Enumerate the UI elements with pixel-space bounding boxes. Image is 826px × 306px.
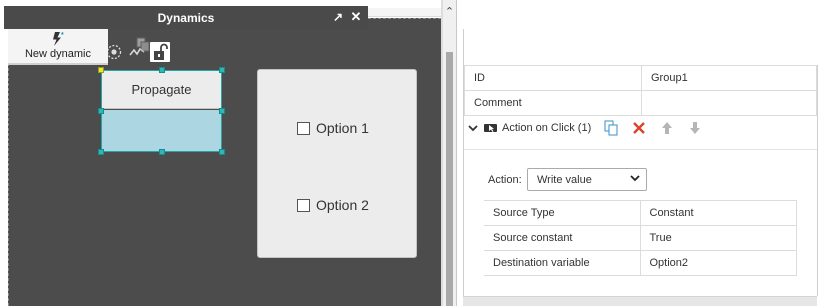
parameter-value[interactable]: Constant — [640, 200, 797, 226]
dynamics-toolbar: * New dynamic — [8, 29, 366, 65]
action-select-value: Write value — [537, 173, 592, 186]
table-row: Source constant True — [484, 225, 797, 251]
action-label: Action: — [488, 174, 522, 186]
properties-table: ID Group1 Comment — [464, 65, 817, 116]
vertical-scrollbar[interactable]: ⌃ — [443, 0, 456, 306]
property-value[interactable]: Group1 — [641, 65, 817, 91]
property-key: ID — [464, 65, 642, 91]
action-select[interactable]: Write value — [527, 168, 647, 191]
propagate-button[interactable]: Propagate — [102, 71, 221, 109]
resize-handle-bottom[interactable] — [159, 149, 165, 155]
action-title[interactable]: Action on Click (1) — [502, 119, 591, 137]
chevron-down-icon[interactable] — [467, 119, 479, 137]
parameter-value[interactable]: Option2 — [640, 250, 797, 276]
resize-handle-top-right[interactable] — [219, 67, 225, 73]
propagate-label: Propagate — [131, 82, 192, 97]
panel-title: Dynamics — [157, 10, 215, 25]
duplicate-icon[interactable] — [602, 119, 620, 137]
table-row: Source Type Constant — [484, 200, 797, 226]
parameter-key: Source constant — [484, 225, 641, 251]
svg-text:*: * — [61, 32, 64, 39]
new-dynamic-button[interactable]: * New dynamic — [8, 29, 108, 65]
propagate-widget[interactable]: Propagate — [101, 70, 222, 152]
options-panel[interactable]: Option 1 Option 2 — [257, 69, 417, 258]
panel-border-right — [817, 65, 818, 296]
resize-handle-right[interactable] — [219, 108, 225, 114]
parameter-key: Destination variable — [484, 250, 641, 276]
table-row: ID Group1 — [464, 65, 817, 91]
panel-bottom-bar — [463, 296, 817, 306]
delete-icon[interactable] — [631, 119, 647, 137]
close-icon[interactable]: ✕ — [350, 9, 362, 25]
click-action-icon — [483, 119, 499, 137]
copy-icon[interactable] — [135, 36, 151, 52]
resize-handle-left[interactable] — [98, 108, 104, 114]
resize-handle-bottom-left[interactable] — [98, 149, 104, 155]
scrollbar-thumb[interactable] — [446, 52, 453, 306]
panel-header: Dynamics ↗ ✕ — [4, 6, 368, 29]
option-1-label: Option 1 — [316, 120, 369, 136]
resize-handle-bottom-right[interactable] — [219, 149, 225, 155]
new-dynamic-label: New dynamic — [24, 48, 92, 60]
arrow-down-icon[interactable] — [687, 119, 703, 137]
pin-icon[interactable]: ↗ — [332, 10, 344, 24]
property-value[interactable] — [641, 90, 817, 116]
resize-handle-top[interactable] — [159, 67, 165, 73]
parameter-value[interactable]: True — [640, 225, 797, 251]
arrow-up-icon[interactable] — [659, 119, 675, 137]
anchor-point[interactable] — [98, 67, 104, 73]
option-1-checkbox[interactable]: Option 1 — [297, 120, 369, 136]
action-parameters-table: Source Type Constant Source constant Tru… — [484, 200, 797, 276]
option-2-label: Option 2 — [316, 197, 369, 213]
checkbox-icon[interactable] — [297, 121, 310, 135]
lightning-icon: * — [50, 31, 66, 47]
chevron-down-icon[interactable] — [630, 173, 640, 187]
parameter-key: Source Type — [484, 200, 641, 226]
property-key: Comment — [464, 90, 642, 116]
checkbox-icon[interactable] — [297, 198, 310, 212]
divider — [464, 149, 817, 150]
table-row: Destination variable Option2 — [484, 250, 797, 276]
option-2-checkbox[interactable]: Option 2 — [297, 197, 369, 213]
propagate-widget-body[interactable] — [102, 110, 221, 151]
table-row: Comment — [464, 90, 817, 116]
scroll-up-icon[interactable]: ⌃ — [443, 6, 456, 18]
